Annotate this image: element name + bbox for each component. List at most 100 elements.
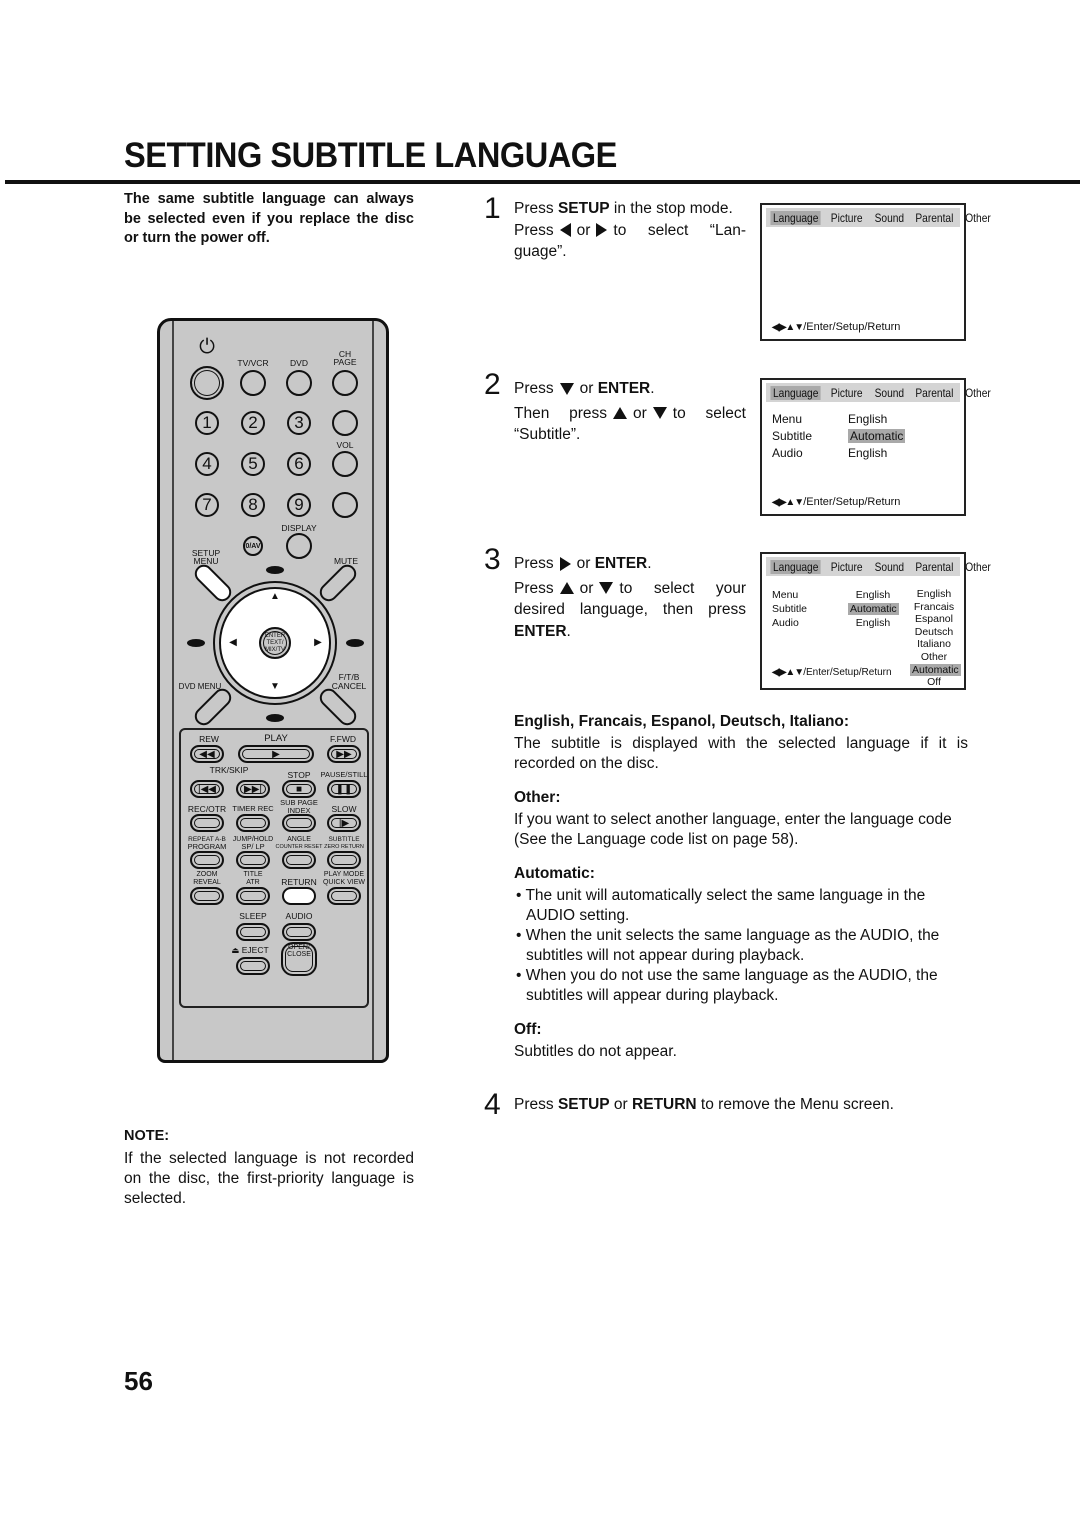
mixtv-label: MIX/TV [264,647,286,653]
display-label: DISPLAY [281,523,317,533]
return-label: RETURN [281,877,317,887]
menu-screen-3: Language Picture Sound Parental Other Menu Su… [760,552,991,690]
step-number: 1 [484,192,501,225]
ftb-cancel-button [316,685,360,729]
power-button [190,366,224,400]
dot-marker [346,639,364,647]
intro-text: The same subtitle language can always be… [124,191,414,246]
up-arrow-icon: ▲ [270,591,280,602]
pause-label: PAUSE/STILL [320,770,368,779]
splp-button [236,851,270,869]
step-1-text: Press SETUP in the stop mode. Press or to … [514,200,746,260]
dvd-button [286,370,312,396]
remote-control-illustration: ⏻ TV/VCR DVD CH PAGE VOL 1 2 3 4 5 6 7 8… [157,318,389,1063]
dvd-menu-button [191,685,235,729]
note-heading: NOTE: [124,1128,170,1144]
page-title: SETTING SUBTITLE LANGUAGE [124,136,617,175]
digit-button: 9 [287,493,311,517]
timerrec-button [236,814,270,832]
open-label: OPEN/ [288,944,310,951]
display-button [286,533,312,559]
up-arrow-icon [559,582,574,595]
down-arrow-icon [559,382,574,395]
down-arrow-icon [652,407,667,420]
right-arrow-icon [559,556,571,571]
menu-screen-2: Language Picture Sound Parental Other Menu Su… [760,378,991,516]
digit-button: 4 [195,452,219,476]
digit-button: 3 [287,411,311,435]
ch-up-button [332,370,358,396]
nav-arrows-icon: ◀▶▲▼ [772,667,804,678]
left-arrow-icon: ◀ [229,637,237,648]
recotr-button [190,814,224,832]
tvvcr-button [240,370,266,396]
rew-button: ◀◀ [190,745,224,763]
power-icon: ⏻ [199,336,215,358]
sleep-label: SLEEP [239,911,267,921]
digit-button: 1 [195,411,219,435]
dot-marker [187,639,205,647]
stop-button: ■ [282,780,316,798]
dot-marker [266,714,284,722]
ffwd-button: ▶▶ [327,745,361,763]
oav-button: 0/AV [243,536,263,556]
language-options-list: English Francais Espanol Deutsch Italiano Oth… [910,588,961,689]
up-arrow-icon [613,407,627,420]
eject-label: ⏏ EJECT [231,945,269,955]
note-text: If the selected language is not recorded… [124,1150,414,1207]
vol-up-button [332,451,358,477]
title-rule [5,180,1080,184]
sleep-button [236,923,270,941]
cancel-label: CANCEL [331,681,367,691]
dot-marker [266,566,284,574]
down-arrow-icon: ▼ [270,681,280,692]
play-button: ▶ [238,745,314,763]
slow-label: SLOW [331,804,357,814]
page-number: 56 [124,1366,153,1396]
digit-button: 5 [241,452,265,476]
audio-label: AUDIO [285,911,313,921]
subpage-button [282,814,316,832]
skip-forward-button: ▶▶| [236,780,270,798]
menu-tabs: Language Picture Sound Parental Other [766,208,991,227]
dvd-menu-label: DVD MENU [178,682,222,691]
counter-reset-button [282,851,316,869]
tvvcr-label: TV/VCR [237,358,269,368]
playmode-button [327,887,361,905]
step-4-text: Press SETUP or RETURN to remove the Menu… [514,1096,894,1113]
stop-label: STOP [287,770,311,780]
ch-down-button [332,410,358,436]
text-label: TEXT/ [266,640,284,646]
step-number: 3 [484,543,501,576]
digit-button: 7 [195,493,219,517]
dvd-label: DVD [290,358,308,368]
right-arrow-icon [596,223,608,238]
skip-back-button: |◀◀ [190,780,224,798]
step-number: 2 [484,368,501,401]
left-arrow-icon [559,223,571,238]
digit-button: 8 [241,493,265,517]
nav-arrows-icon: ◀▶▲▼ [772,322,804,333]
enter-label: ENTER [264,633,286,639]
vol-label: VOL [336,440,354,450]
page-label: PAGE [333,357,357,367]
timerrec-label: TIMER REC [232,804,274,813]
down-arrow-icon [599,582,614,595]
digit-button: 6 [287,452,311,476]
play-label: PLAY [264,733,288,744]
digit-button: 2 [241,411,265,435]
subtitle-button [327,851,361,869]
step-2-text: Press or ENTER. Then press or to select “Su… [514,380,746,443]
pause-button: ❚❚ [327,780,361,798]
ffwd-label: F.FWD [330,734,356,744]
nav-arrows-icon: ◀▶▲▼ [772,497,804,508]
trk-skip-label: TRK/SKIP [209,765,249,775]
program-button [190,851,224,869]
recotr-label: REC/OTR [187,804,227,814]
step-number: 4 [484,1088,501,1121]
right-arrow-icon: ▶ [314,637,322,648]
rew-label: REW [199,734,219,744]
slow-button: |▶ [327,814,361,832]
menu-screen-1: Language Picture Sound Parental Other ◀▶▲▼/E… [760,203,991,341]
audio-button [282,923,316,941]
